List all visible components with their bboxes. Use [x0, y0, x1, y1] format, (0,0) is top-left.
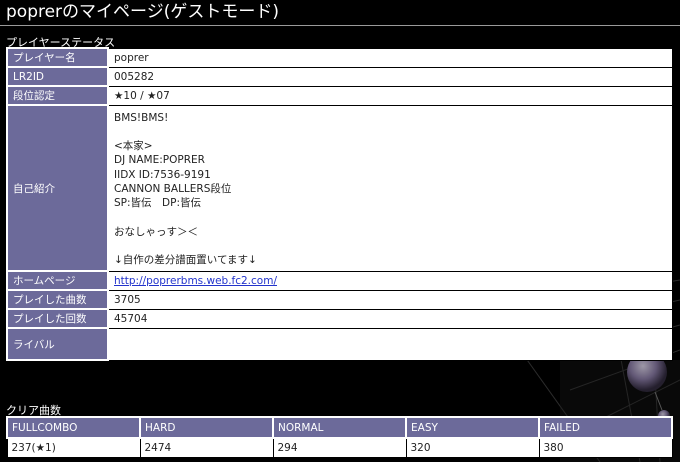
- dan-value: ★10 / ★07: [107, 85, 673, 106]
- rival-value: [107, 327, 673, 361]
- row-label-play-count: プレイした回数: [6, 308, 109, 330]
- normal-value: 294: [272, 437, 407, 458]
- player-name-value: poprer: [107, 47, 673, 68]
- table-row: プレイヤー名 poprer: [6, 47, 673, 68]
- row-label-lr2id: LR2ID: [6, 66, 109, 87]
- easy-value: 320: [405, 437, 540, 458]
- table-row: ホームページ http://poprerbms.web.fc2.com/: [6, 270, 673, 292]
- row-label-introduction: 自己紹介: [6, 103, 109, 273]
- header-failed: FAILED: [538, 416, 673, 439]
- fullcombo-value: 237(★1): [6, 437, 141, 458]
- table-row: プレイした曲数 3705: [6, 289, 673, 311]
- clear-count-table: FULLCOMBO HARD NORMAL EASY FAILED 237(★1…: [6, 416, 673, 458]
- row-label-songs-played: プレイした曲数: [6, 289, 109, 311]
- play-count-value: 45704: [107, 308, 673, 329]
- table-row: プレイした回数 45704: [6, 308, 673, 330]
- row-label-homepage: ホームページ: [6, 270, 109, 292]
- failed-value: 380: [538, 437, 673, 458]
- table-header-row: FULLCOMBO HARD NORMAL EASY FAILED: [6, 416, 673, 439]
- header-easy: EASY: [405, 416, 540, 439]
- introduction-value: BMS!BMS! <本家> DJ NAME:POPRER IIDX ID:753…: [107, 104, 673, 272]
- lr2id-value: 005282: [107, 66, 673, 87]
- player-status-table: プレイヤー名 poprer LR2ID 005282 段位認定 ★10 / ★0…: [6, 47, 673, 362]
- row-label-rival: ライバル: [6, 327, 109, 362]
- homepage-link[interactable]: http://poprerbms.web.fc2.com/: [114, 275, 277, 287]
- header-hard: HARD: [139, 416, 274, 439]
- header-fullcombo: FULLCOMBO: [6, 416, 141, 439]
- row-label-player-name: プレイヤー名: [6, 47, 109, 68]
- songs-played-value: 3705: [107, 289, 673, 310]
- header-normal: NORMAL: [272, 416, 407, 439]
- table-row: 段位認定 ★10 / ★07: [6, 85, 673, 106]
- table-row: 237(★1) 2474 294 320 380: [6, 437, 673, 458]
- table-row: 自己紹介 BMS!BMS! <本家> DJ NAME:POPRER IIDX I…: [6, 103, 673, 273]
- hard-value: 2474: [139, 437, 274, 458]
- row-label-dan: 段位認定: [6, 85, 109, 106]
- page-title: poprerのマイページ(ゲストモード): [0, 0, 680, 26]
- table-row: ライバル: [6, 327, 673, 362]
- table-row: LR2ID 005282: [6, 66, 673, 87]
